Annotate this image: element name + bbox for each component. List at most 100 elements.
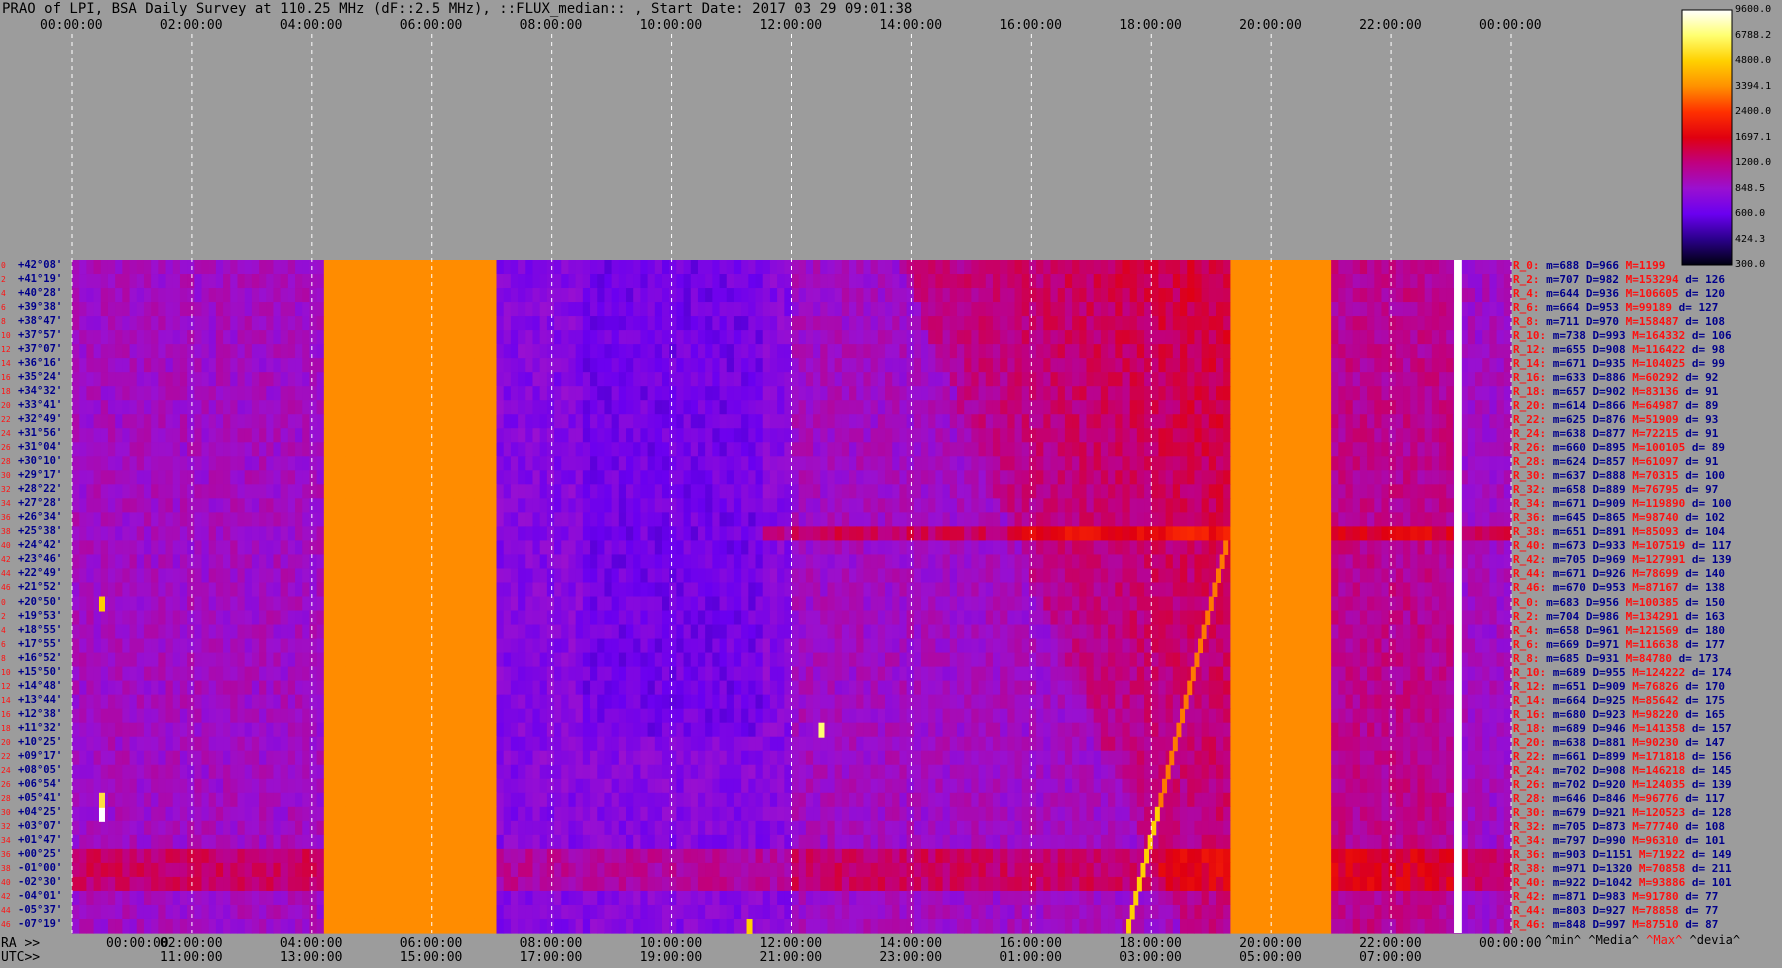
- heatmap-cell: [1057, 540, 1066, 556]
- heatmap-cell: [956, 540, 965, 556]
- heatmap-cell: [618, 400, 627, 415]
- heatmap-cell: [568, 260, 577, 275]
- heatmap-cell: [302, 568, 311, 584]
- heatmap-cell: [237, 372, 246, 387]
- heatmap-cell: [1151, 442, 1160, 457]
- heatmap-cell: [1036, 540, 1044, 556]
- heatmap-cell: [942, 274, 951, 289]
- heatmap-cell: [244, 302, 253, 317]
- heatmap-cell: [446, 442, 454, 457]
- heatmap-cell: [726, 512, 735, 527]
- heatmap-cell: [273, 470, 282, 485]
- heatmap-cell: [280, 484, 289, 499]
- heatmap-cell: [86, 260, 95, 275]
- heatmap-cell: [733, 260, 742, 275]
- heatmap-cell: [179, 554, 188, 570]
- heatmap-cell: [1467, 316, 1476, 331]
- heatmap-cell: [769, 358, 778, 373]
- heatmap-cell: [1072, 428, 1080, 443]
- heatmap-cell: [79, 498, 87, 513]
- heatmap-cell: [230, 400, 239, 415]
- heatmap-cell: [1237, 358, 1246, 373]
- heatmap-cell: [741, 526, 749, 542]
- heatmap-cell: [1151, 260, 1160, 275]
- heatmap-cell: [273, 400, 282, 415]
- heatmap-cell: [446, 386, 454, 401]
- heatmap-cell: [604, 288, 613, 303]
- heatmap-cell: [1424, 358, 1433, 373]
- heatmap-cell: [295, 372, 303, 387]
- heatmap-cell: [331, 414, 339, 429]
- heatmap-cell: [1201, 470, 1210, 485]
- heatmap-cell: [467, 358, 476, 373]
- heatmap-cell: [1014, 372, 1023, 387]
- heatmap-cell: [1100, 484, 1109, 499]
- heatmap-cell: [460, 330, 469, 345]
- heatmap-cell: [295, 274, 303, 289]
- heatmap-cell: [1237, 526, 1246, 542]
- heatmap-cell: [992, 400, 1001, 415]
- heatmap-cell: [237, 260, 246, 275]
- heatmap-cell: [733, 316, 742, 331]
- heatmap-cell: [323, 456, 332, 471]
- heatmap-cell: [280, 540, 289, 556]
- heatmap-cell: [611, 484, 620, 499]
- heatmap-cell: [287, 442, 296, 457]
- heatmap-cell: [316, 414, 325, 429]
- heatmap-cell: [712, 386, 721, 401]
- heatmap-cell: [726, 414, 735, 429]
- heatmap-cell: [316, 316, 325, 331]
- heatmap-cell: [1503, 498, 1512, 513]
- heatmap-cell: [1064, 554, 1073, 570]
- heatmap-cell: [1503, 442, 1512, 457]
- heatmap-cell: [72, 316, 80, 331]
- heatmap-cell: [1122, 484, 1131, 499]
- heatmap-cell: [280, 400, 289, 415]
- heatmap-cell: [654, 498, 663, 513]
- heatmap-cell: [1503, 414, 1512, 429]
- heatmap-cell: [165, 512, 174, 527]
- heatmap-cell: [640, 288, 649, 303]
- heatmap-cell: [1345, 288, 1354, 303]
- heatmap-cell: [1115, 498, 1124, 513]
- heatmap-cell: [1367, 498, 1375, 513]
- heatmap-cell: [863, 554, 872, 570]
- heatmap-cell: [1431, 414, 1440, 429]
- heatmap-cell: [813, 428, 821, 443]
- heatmap-cell: [1475, 498, 1483, 513]
- heatmap-cell: [438, 316, 447, 331]
- heatmap-cell: [1503, 540, 1512, 556]
- heatmap-cell: [1273, 442, 1282, 457]
- heatmap-cell: [978, 344, 987, 359]
- heatmap-cell: [107, 302, 116, 317]
- heatmap-cell: [482, 288, 490, 303]
- heatmap-cell: [532, 260, 541, 275]
- heatmap-cell: [733, 526, 742, 542]
- heatmap-cell: [626, 484, 634, 499]
- heatmap-cell: [705, 568, 713, 584]
- heatmap-cell: [266, 316, 275, 331]
- heatmap-cell: [683, 456, 692, 471]
- heatmap-cell: [93, 274, 102, 289]
- heatmap-cell: [72, 568, 80, 584]
- heatmap-cell: [1172, 302, 1181, 317]
- heatmap-cell: [1072, 498, 1080, 513]
- heatmap-cell: [1100, 526, 1109, 542]
- heatmap-cell: [223, 274, 231, 289]
- heatmap-cell: [1187, 344, 1196, 359]
- heatmap-cell: [165, 442, 174, 457]
- heatmap-cell: [496, 442, 505, 457]
- heatmap-cell: [122, 512, 131, 527]
- heatmap-cell: [913, 470, 922, 485]
- heatmap-cell: [604, 442, 613, 457]
- heatmap-cell: [266, 400, 275, 415]
- heatmap-cell: [604, 414, 613, 429]
- heatmap-cell: [1172, 554, 1181, 570]
- heatmap-cell: [525, 288, 534, 303]
- heatmap-cell: [1287, 358, 1296, 373]
- heatmap-cell: [453, 316, 462, 331]
- heatmap-cell: [1086, 442, 1095, 457]
- heatmap-cell: [1064, 358, 1073, 373]
- heatmap-cell: [366, 428, 375, 443]
- heatmap-cell: [1266, 302, 1275, 317]
